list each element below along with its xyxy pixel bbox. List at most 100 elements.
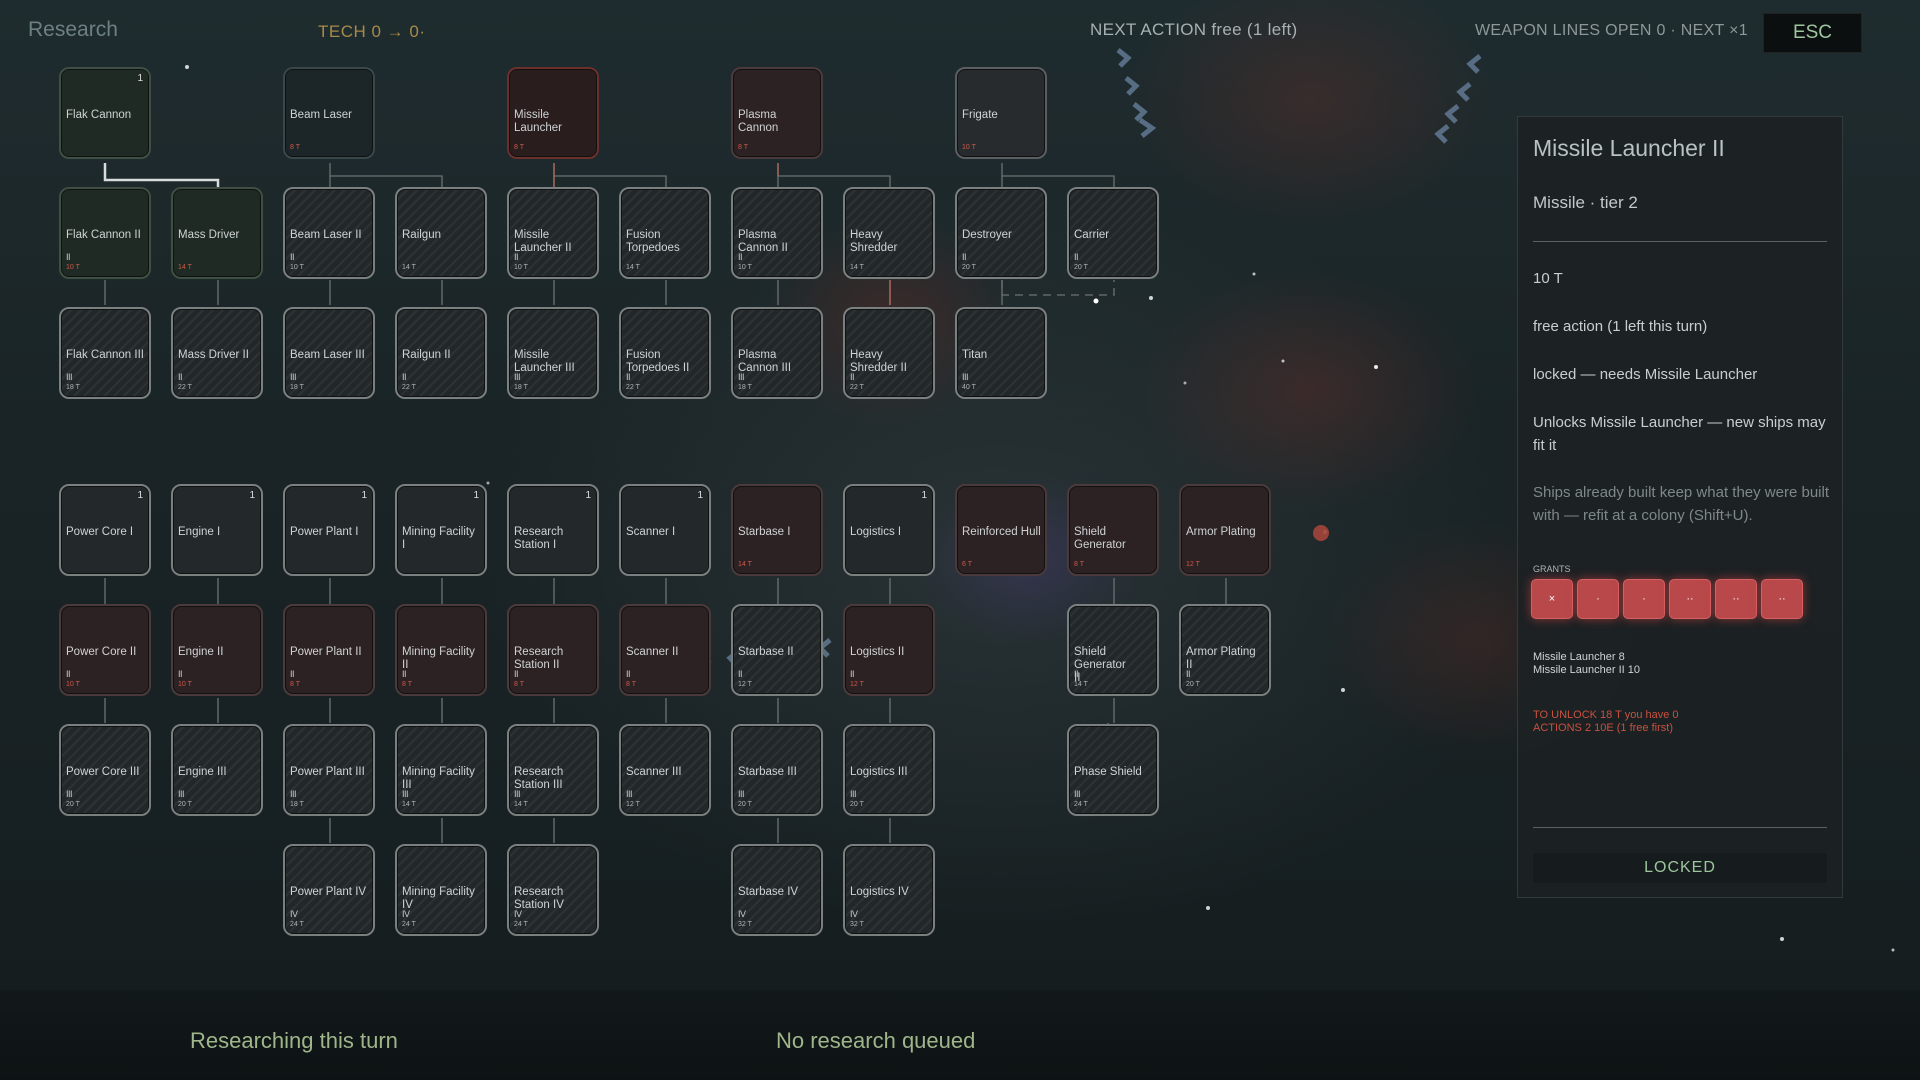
- node-tier: IV: [290, 909, 298, 919]
- node-tier: III: [178, 789, 185, 799]
- grant-slot[interactable]: ··: [1715, 579, 1757, 619]
- node-fusion-torpedoes[interactable]: Fusion Torpedoes 14 T: [619, 187, 711, 279]
- node-beam-laser-ii[interactable]: Beam Laser II II 10 T: [283, 187, 375, 279]
- node-flak-cannon-ii[interactable]: Flak Cannon II II 10 T: [59, 187, 151, 279]
- node-name: Frigate: [962, 109, 998, 121]
- node-scanner-ii[interactable]: Scanner II II 8 T: [619, 604, 711, 696]
- node-cost: 14 T: [1074, 681, 1088, 688]
- node-destroyer[interactable]: Destroyer II 20 T: [955, 187, 1047, 279]
- locked-button[interactable]: LOCKED: [1533, 853, 1827, 883]
- node-frigate[interactable]: Frigate 10 T: [955, 67, 1047, 159]
- node-name: Power Plant IV: [290, 886, 367, 898]
- node-plasma-cannon[interactable]: Plasma Cannon 8 T: [731, 67, 823, 159]
- node-research-station-i[interactable]: 1 Research Station I: [507, 484, 599, 576]
- grant-slot[interactable]: ·: [1577, 579, 1619, 619]
- node-power-plant-ii[interactable]: Power Plant II II 8 T: [283, 604, 375, 696]
- node-railgun[interactable]: Railgun 14 T: [395, 187, 487, 279]
- node-railgun-ii[interactable]: Railgun II II 22 T: [395, 307, 487, 399]
- node-beam-laser[interactable]: Beam Laser 8 T: [283, 67, 375, 159]
- node-name: Scanner II: [626, 646, 679, 658]
- node-starbase-ii[interactable]: Starbase II II 12 T: [731, 604, 823, 696]
- node-logistics-iii[interactable]: Logistics III III 20 T: [843, 724, 935, 816]
- node-missile-launcher-ii[interactable]: Missile Launcher II II 10 T: [507, 187, 599, 279]
- node-plasma-cannon-iii[interactable]: Plasma Cannon III III 18 T: [731, 307, 823, 399]
- grant-slots: × · · ·· ·· ··: [1531, 579, 1803, 619]
- node-cost: 20 T: [962, 264, 976, 271]
- node-mining-facility-iii[interactable]: Mining Facility III III 14 T: [395, 724, 487, 816]
- node-cost: 8 T: [402, 681, 412, 688]
- node-scanner-iii[interactable]: Scanner III III 12 T: [619, 724, 711, 816]
- node-flak-cannon-iii[interactable]: Flak Cannon III III 18 T: [59, 307, 151, 399]
- node-cost: 12 T: [738, 681, 752, 688]
- node-starbase-i[interactable]: Starbase I 14 T: [731, 484, 823, 576]
- grant-slot[interactable]: ·: [1623, 579, 1665, 619]
- node-power-plant-iv[interactable]: Power Plant IV IV 24 T: [283, 844, 375, 936]
- detail-note: Ships already built keep what they were …: [1533, 484, 1830, 524]
- node-scanner-i[interactable]: 1 Scanner I: [619, 484, 711, 576]
- node-name: Power Core III: [66, 766, 140, 778]
- node-armor-plating[interactable]: Armor Plating 12 T: [1179, 484, 1271, 576]
- node-starbase-iv[interactable]: Starbase IV IV 32 T: [731, 844, 823, 936]
- actions-line: ACTIONS 2 10E (1 free first): [1533, 722, 1673, 734]
- node-name: Power Core I: [66, 526, 134, 538]
- node-fusion-torpedoes-ii[interactable]: Fusion Torpedoes II II 22 T: [619, 307, 711, 399]
- node-cost: 18 T: [738, 384, 752, 391]
- node-phase-shield[interactable]: Phase Shield III 24 T: [1067, 724, 1159, 816]
- node-research-station-ii[interactable]: Research Station II II 8 T: [507, 604, 599, 696]
- node-power-core-iii[interactable]: Power Core III III 20 T: [59, 724, 151, 816]
- node-count: 1: [137, 73, 143, 84]
- node-name: Fusion Torpedoes II: [626, 349, 690, 374]
- node-name: Mining Facility I: [402, 526, 475, 551]
- node-power-plant-iii[interactable]: Power Plant III III 18 T: [283, 724, 375, 816]
- node-research-station-iv[interactable]: Research Station IV IV 24 T: [507, 844, 599, 936]
- grant-slot[interactable]: ··: [1669, 579, 1711, 619]
- node-mining-facility-ii[interactable]: Mining Facility II II 8 T: [395, 604, 487, 696]
- node-cost: 22 T: [402, 384, 416, 391]
- node-mass-driver[interactable]: Mass Driver 14 T: [171, 187, 263, 279]
- node-shield-generator[interactable]: Shield Generator 8 T: [1067, 484, 1159, 576]
- node-cost: 10 T: [514, 264, 528, 271]
- node-mining-facility-iv[interactable]: Mining Facility IV IV 24 T: [395, 844, 487, 936]
- node-cost: 14 T: [738, 561, 752, 568]
- node-engine-iii[interactable]: Engine III III 20 T: [171, 724, 263, 816]
- node-tier: II: [290, 252, 295, 262]
- node-carrier[interactable]: Carrier II 20 T: [1067, 187, 1159, 279]
- node-count: 1: [585, 490, 591, 501]
- node-name: Engine III: [178, 766, 227, 778]
- node-titan[interactable]: Titan III 40 T: [955, 307, 1047, 399]
- node-beam-laser-iii[interactable]: Beam Laser III III 18 T: [283, 307, 375, 399]
- node-cost: 12 T: [626, 801, 640, 808]
- node-missile-launcher-iii[interactable]: Missile Launcher III III 18 T: [507, 307, 599, 399]
- node-name: Research Station II: [514, 646, 564, 671]
- node-mining-facility-i[interactable]: 1 Mining Facility I: [395, 484, 487, 576]
- node-name: Mass Driver: [178, 229, 240, 241]
- node-power-core-i[interactable]: 1 Power Core I: [59, 484, 151, 576]
- node-heavy-shredder-ii[interactable]: Heavy Shredder II II 22 T: [843, 307, 935, 399]
- node-tier: II: [738, 252, 743, 262]
- node-count: 1: [473, 490, 479, 501]
- detail-unlocks: Unlocks Missile Launcher — new ships may…: [1533, 414, 1826, 454]
- node-engine-i[interactable]: 1 Engine I: [171, 484, 263, 576]
- node-logistics-iv[interactable]: Logistics IV IV 32 T: [843, 844, 935, 936]
- node-missile-launcher[interactable]: Missile Launcher 8 T: [507, 67, 599, 159]
- node-shield-generator-ii[interactable]: Shield Generator II II 14 T: [1067, 604, 1159, 696]
- node-logistics-i[interactable]: 1 Logistics I: [843, 484, 935, 576]
- node-mass-driver-ii[interactable]: Mass Driver II II 22 T: [171, 307, 263, 399]
- node-tier: II: [626, 372, 631, 382]
- node-armor-plating-ii[interactable]: Armor Plating II II 20 T: [1179, 604, 1271, 696]
- grant-slot[interactable]: ×: [1531, 579, 1573, 619]
- node-name: Starbase III: [738, 766, 797, 778]
- node-reinforced-hull[interactable]: Reinforced Hull 6 T: [955, 484, 1047, 576]
- node-tier: III: [402, 789, 409, 799]
- node-research-station-iii[interactable]: Research Station III III 14 T: [507, 724, 599, 816]
- node-name: Beam Laser II: [290, 229, 362, 241]
- grant-slot[interactable]: ··: [1761, 579, 1803, 619]
- node-starbase-iii[interactable]: Starbase III III 20 T: [731, 724, 823, 816]
- node-power-core-ii[interactable]: Power Core II II 10 T: [59, 604, 151, 696]
- node-engine-ii[interactable]: Engine II II 10 T: [171, 604, 263, 696]
- node-heavy-shredder[interactable]: Heavy Shredder 14 T: [843, 187, 935, 279]
- node-flak-cannon[interactable]: 1 Flak Cannon: [59, 67, 151, 159]
- node-plasma-cannon-ii[interactable]: Plasma Cannon II II 10 T: [731, 187, 823, 279]
- node-power-plant-i[interactable]: 1 Power Plant I: [283, 484, 375, 576]
- node-logistics-ii[interactable]: Logistics II II 12 T: [843, 604, 935, 696]
